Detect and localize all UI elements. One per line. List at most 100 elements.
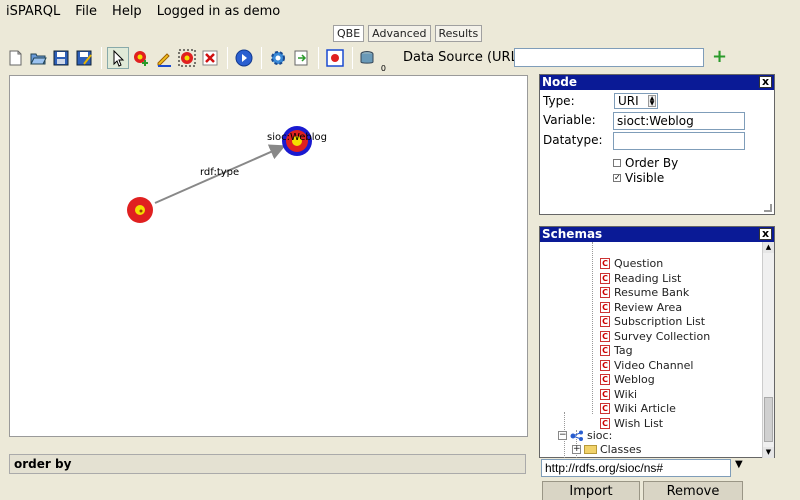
save-as-icon[interactable] <box>73 47 95 69</box>
schema-class-item[interactable]: C Survey Collection <box>600 330 710 343</box>
logged-in-status: Logged in as demo <box>156 3 281 19</box>
order-by-bar[interactable]: order by <box>9 454 526 474</box>
select-icon[interactable] <box>107 47 129 69</box>
remove-node-icon[interactable] <box>176 47 198 69</box>
close-icon[interactable]: x <box>759 228 772 240</box>
schema-class-item[interactable]: C Weblog <box>600 373 655 386</box>
visible-checkbox[interactable]: ✓ Visible <box>613 171 664 185</box>
class-icon: C <box>600 287 610 298</box>
schema-class-item[interactable]: C Subscription List <box>600 315 705 328</box>
toolbar-separator <box>261 47 262 69</box>
tab-qbe[interactable]: QBE <box>333 25 365 42</box>
scroll-thumb[interactable] <box>764 397 773 442</box>
chevron-down-icon[interactable]: ▼ <box>735 459 743 470</box>
schema-class-item[interactable]: C Question <box>600 257 663 270</box>
graph-icon[interactable] <box>324 47 346 69</box>
tree-guide <box>592 242 593 414</box>
type-label: Type: <box>543 94 575 108</box>
edit-icon[interactable] <box>153 47 175 69</box>
datatype-label: Datatype: <box>543 133 603 147</box>
close-icon[interactable]: x <box>759 76 772 88</box>
resize-handle[interactable] <box>764 204 772 212</box>
menu-file[interactable]: File <box>75 4 97 19</box>
schema-child-label: Classes <box>600 443 642 456</box>
save-icon[interactable] <box>50 47 72 69</box>
type-select[interactable]: URI ▲ ▼ <box>614 93 658 109</box>
tab-results[interactable]: Results <box>434 25 483 42</box>
schema-class-label: Resume Bank <box>614 286 690 299</box>
datatype-input[interactable] <box>613 132 745 150</box>
class-icon: C <box>600 345 610 356</box>
toolbar-separator <box>227 47 228 69</box>
mode-tabs: QBE Advanced Results <box>333 25 483 42</box>
schema-class-item[interactable]: C Wish List <box>600 417 663 430</box>
checkbox-checked-icon[interactable]: ✓ <box>613 174 621 182</box>
order-by-checkbox[interactable]: Order By <box>613 156 678 170</box>
add-node-icon[interactable] <box>130 47 152 69</box>
schemas-panel: Schemas x C Question C Reading List C Resume … <box>539 226 775 458</box>
open-icon[interactable] <box>27 47 49 69</box>
expand-icon[interactable]: + <box>572 445 581 454</box>
datasource-url-input[interactable] <box>514 48 704 67</box>
schema-child-item[interactable]: +Properties <box>572 458 656 459</box>
schema-url-input[interactable] <box>541 459 731 477</box>
schema-class-label: Question <box>614 257 664 270</box>
schema-class-label: Review Area <box>614 300 683 314</box>
remove-button[interactable]: Remove <box>643 481 743 500</box>
schema-class-item[interactable]: C Wiki <box>600 388 637 401</box>
type-select-value: URI <box>618 94 639 108</box>
schema-class-label: Wish List <box>614 416 664 430</box>
namespace-icon <box>570 430 584 441</box>
app-name: iSPARQL <box>6 3 61 19</box>
schema-child-label: Properties <box>600 458 656 459</box>
import-button[interactable]: Import <box>542 481 640 500</box>
schema-child-item[interactable]: + Classes <box>572 443 641 456</box>
toolbar-separator <box>101 47 102 69</box>
query-canvas[interactable]: rdf:type sioc:Weblog <box>9 75 528 437</box>
datasource-count: 0 <box>380 64 386 73</box>
datasource-icon[interactable]: 0 <box>358 47 386 73</box>
folder-icon <box>584 445 597 454</box>
namespace-label: sioc: <box>587 429 613 442</box>
delete-icon[interactable] <box>199 47 221 69</box>
edge-label: rdf:type <box>200 167 240 178</box>
schema-class-item[interactable]: C Video Channel <box>600 359 693 372</box>
toolbar-separator <box>318 47 319 69</box>
settings-icon[interactable] <box>267 47 289 69</box>
export-icon[interactable] <box>290 47 312 69</box>
checkbox-icon[interactable] <box>613 159 621 167</box>
new-icon[interactable] <box>4 47 26 69</box>
class-icon: C <box>600 374 610 385</box>
tab-advanced[interactable]: Advanced <box>368 25 431 42</box>
schema-tree[interactable]: C Question C Reading List C Resume Bank C Revie… <box>540 242 764 458</box>
order-by-label: Order By <box>625 156 679 170</box>
variable-input[interactable]: sioct:Weblog <box>613 112 745 130</box>
schema-class-item[interactable]: C Tag <box>600 344 633 357</box>
datasource-label: Data Source (URL): <box>403 50 528 65</box>
node-panel: Node x Type: URI ▲ ▼ Variable: sioct:Webl… <box>539 74 775 215</box>
toolbar-separator <box>352 47 353 69</box>
scroll-up-icon[interactable]: ▲ <box>763 242 774 253</box>
run-icon[interactable] <box>233 47 255 69</box>
class-icon: C <box>600 330 610 342</box>
subject-node[interactable] <box>127 197 153 223</box>
scroll-down-icon[interactable]: ▼ <box>763 447 774 458</box>
collapse-icon[interactable]: − <box>558 431 567 440</box>
schema-class-label: Wiki Article <box>614 402 676 415</box>
class-icon: C <box>600 388 610 400</box>
schema-class-item[interactable]: C Review Area <box>600 301 682 314</box>
schema-namespace-item[interactable]: − sioc: <box>558 429 612 442</box>
class-icon: C <box>600 258 610 269</box>
schema-class-item[interactable]: C Reading List <box>600 272 681 285</box>
menu-bar: iSPARQL File Help Logged in as demo <box>0 0 800 22</box>
schema-scrollbar[interactable]: ▲ ▼ <box>762 242 774 458</box>
menu-help[interactable]: Help <box>112 4 142 19</box>
add-datasource-button[interactable]: + <box>712 48 727 66</box>
class-icon: C <box>600 316 610 327</box>
schema-class-label: Tag <box>614 344 633 357</box>
object-node-label: sioc:Weblog <box>267 132 328 143</box>
query-graph <box>127 126 312 223</box>
schema-class-label: Video Channel <box>614 358 694 372</box>
schema-class-item[interactable]: C Wiki Article <box>600 402 676 415</box>
schema-class-item[interactable]: C Resume Bank <box>600 286 689 299</box>
